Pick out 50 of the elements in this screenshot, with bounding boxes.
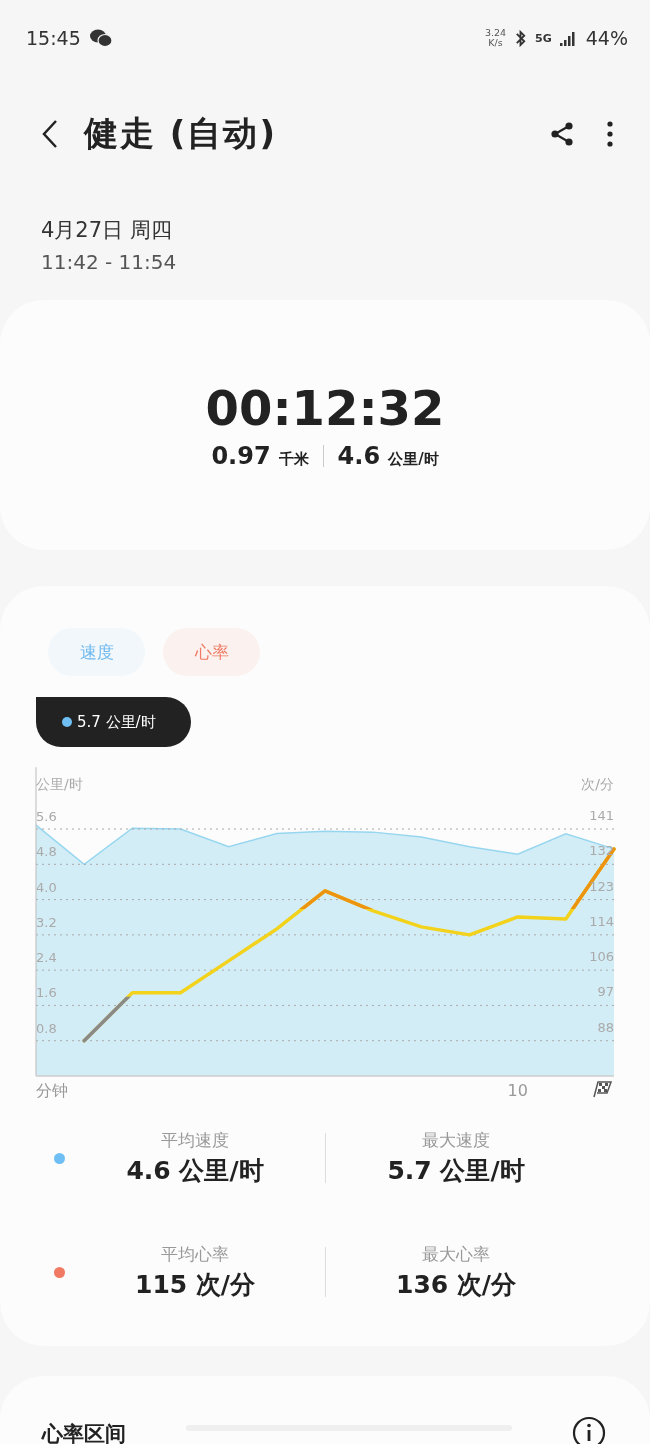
x-axis-unit: 分钟 xyxy=(36,1081,68,1099)
stat-label: 平均心率 xyxy=(161,1243,229,1266)
status-time: 15:45 xyxy=(26,27,81,49)
session-date: 4月27日 周四 xyxy=(41,217,173,244)
y-tick-label: 1.6 xyxy=(36,985,57,1001)
chart-tab[interactable]: 速度 xyxy=(48,628,145,676)
y-tick-label: 2.4 xyxy=(36,950,57,966)
stat-label: 最大心率 xyxy=(422,1243,490,1266)
y-tick-label: 123 xyxy=(589,878,614,894)
y-tick-label: 0.8 xyxy=(36,1020,57,1036)
info-icon[interactable] xyxy=(572,1416,606,1444)
stat-value: 115 次/分 xyxy=(135,1269,255,1301)
network-speed-value: 3.24 xyxy=(484,28,507,38)
chart-tab[interactable]: 心率 xyxy=(163,628,260,676)
y-axis-unit: 次/分 xyxy=(581,776,614,792)
signal-icon xyxy=(559,30,578,46)
share-icon xyxy=(548,120,576,148)
network-speed-unit: K/s xyxy=(488,38,503,48)
y-tick-label: 88 xyxy=(597,1019,614,1035)
more-icon xyxy=(606,120,614,148)
stat-label: 平均速度 xyxy=(161,1129,229,1152)
duration-value: 00:12:32 xyxy=(205,380,445,436)
y-tick-label: 141 xyxy=(589,808,614,824)
y-tick-label: 97 xyxy=(597,984,614,1000)
y-tick-label: 3.2 xyxy=(36,914,57,930)
distance-value: 0.97 xyxy=(211,442,271,470)
y-tick-label: 106 xyxy=(589,949,614,965)
stat-value: 5.7 公里/时 xyxy=(387,1155,525,1187)
battery-level: 44% xyxy=(585,27,628,49)
y-tick-label: 4.8 xyxy=(36,844,57,860)
section-title: 心率区间 xyxy=(42,1421,126,1444)
speed-value: 4.6 xyxy=(337,442,381,470)
y-axis-unit: 公里/时 xyxy=(36,776,83,792)
y-tick-label: 5.6 xyxy=(36,809,57,825)
distance-unit: 千米 xyxy=(278,450,309,469)
session-time-range: 11:42 - 11:54 xyxy=(41,249,178,276)
x-tick-label: 10 xyxy=(507,1081,528,1099)
back-icon xyxy=(40,118,60,150)
finish-flag-icon xyxy=(593,1081,613,1098)
tooltip-text: 5.7 公里/时 xyxy=(77,712,156,732)
chat-app-icon xyxy=(88,28,113,48)
y-tick-label: 114 xyxy=(589,913,614,929)
stat-value: 136 次/分 xyxy=(396,1269,516,1301)
bluetooth-icon xyxy=(514,28,528,48)
page-title: 健走 (自动) xyxy=(84,112,277,155)
stat-value: 4.6 公里/时 xyxy=(126,1155,264,1187)
y-tick-label: 4.0 xyxy=(36,879,57,895)
stat-label: 最大速度 xyxy=(422,1129,490,1152)
speed-unit: 公里/时 xyxy=(388,450,439,469)
network-type: 5G xyxy=(535,31,552,45)
